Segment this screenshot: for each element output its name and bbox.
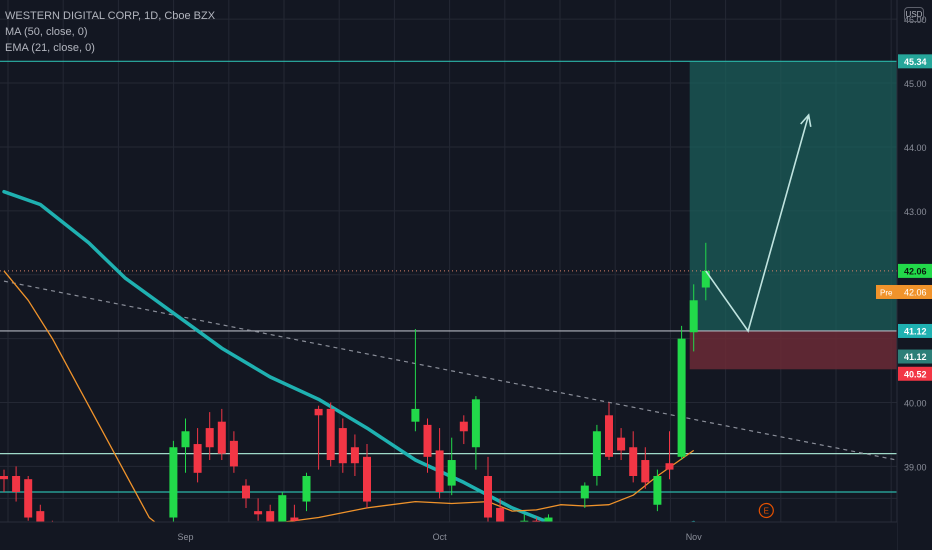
candle-body[interactable] bbox=[242, 485, 250, 499]
candle-body[interactable] bbox=[290, 517, 299, 521]
candle-body[interactable] bbox=[254, 511, 263, 515]
candle-body[interactable] bbox=[435, 450, 444, 492]
candle-body[interactable] bbox=[447, 460, 456, 486]
candle-body[interactable] bbox=[665, 463, 674, 470]
ema-21-line[interactable] bbox=[3, 270, 695, 538]
symbol-title[interactable]: WESTERN DIGITAL CORP, 1D, Cboe BZX bbox=[5, 8, 215, 24]
price-axis-tick-label: 40.00 bbox=[904, 399, 927, 409]
candle-body[interactable] bbox=[580, 485, 589, 499]
candle-body[interactable] bbox=[302, 475, 311, 502]
price-axis-tick-label: 44.00 bbox=[904, 143, 927, 153]
pre-market-tag[interactable]: Pre bbox=[880, 288, 893, 297]
candle-body[interactable] bbox=[314, 408, 323, 416]
candle-body[interactable] bbox=[411, 408, 420, 422]
candle-body[interactable] bbox=[484, 475, 492, 518]
candle-body[interactable] bbox=[605, 415, 613, 457]
price-axis-tick-label: 39.00 bbox=[904, 462, 927, 472]
ma-indicator-label[interactable]: MA (50, close, 0) bbox=[5, 24, 215, 40]
candle-body[interactable] bbox=[423, 424, 432, 457]
candle-body[interactable] bbox=[12, 475, 21, 492]
price-label[interactable]: 41.12 bbox=[904, 326, 927, 336]
time-axis-tick-label: Nov bbox=[686, 532, 703, 542]
candle-body[interactable] bbox=[701, 270, 710, 288]
price-label[interactable]: 45.34 bbox=[904, 57, 927, 67]
price-label[interactable]: 41.12 bbox=[904, 352, 927, 362]
currency-button[interactable]: USD bbox=[904, 7, 924, 22]
price-label[interactable]: 42.06 bbox=[904, 266, 927, 276]
candle-body[interactable] bbox=[592, 431, 601, 476]
candle-body[interactable] bbox=[229, 440, 238, 467]
candle-body[interactable] bbox=[24, 479, 33, 518]
candle-body[interactable] bbox=[677, 338, 686, 457]
candle-body[interactable] bbox=[363, 456, 371, 502]
candle-body[interactable] bbox=[641, 460, 650, 483]
target-zone[interactable] bbox=[689, 61, 897, 331]
candle-body[interactable] bbox=[471, 399, 480, 448]
ema-indicator-label[interactable]: EMA (21, close, 0) bbox=[5, 40, 215, 56]
candle-body[interactable] bbox=[326, 408, 335, 461]
price-axis-tick-label: 45.00 bbox=[904, 79, 927, 89]
candle-body[interactable] bbox=[169, 447, 178, 518]
candle-body[interactable] bbox=[459, 421, 468, 432]
time-axis-background bbox=[0, 522, 897, 550]
ma-50-line[interactable] bbox=[2, 189, 696, 542]
price-chart[interactable]: E46.0045.0044.0043.0040.0039.0045.3442.0… bbox=[0, 0, 932, 550]
earnings-event-label: E bbox=[764, 506, 769, 515]
time-axis-tick-label: Oct bbox=[433, 532, 448, 542]
chart-container[interactable]: E 46.00 45.00 44.00 43.00 40.00 39.00 45.34 42.0… bbox=[0, 0, 932, 550]
candle-body[interactable] bbox=[617, 437, 626, 451]
time-axis-tick-label: Sep bbox=[177, 532, 193, 542]
candle-body[interactable] bbox=[181, 431, 190, 448]
stop-zone[interactable] bbox=[689, 330, 897, 370]
candle-body[interactable] bbox=[193, 444, 202, 473]
candle-body[interactable] bbox=[205, 428, 214, 448]
candle-body[interactable] bbox=[350, 447, 359, 464]
price-label[interactable]: 40.52 bbox=[904, 369, 927, 379]
candle-body[interactable] bbox=[689, 300, 698, 333]
pre-market-price[interactable]: 42.06 bbox=[904, 287, 927, 297]
price-axis-tick-label: 43.00 bbox=[904, 207, 927, 217]
candle-body[interactable] bbox=[338, 428, 347, 464]
candle-body[interactable] bbox=[0, 475, 8, 480]
candle-body[interactable] bbox=[653, 475, 662, 505]
candle-body[interactable] bbox=[629, 447, 638, 476]
candle-body[interactable] bbox=[217, 421, 226, 454]
chart-legend: WESTERN DIGITAL CORP, 1D, Cboe BZX MA (5… bbox=[5, 8, 215, 56]
